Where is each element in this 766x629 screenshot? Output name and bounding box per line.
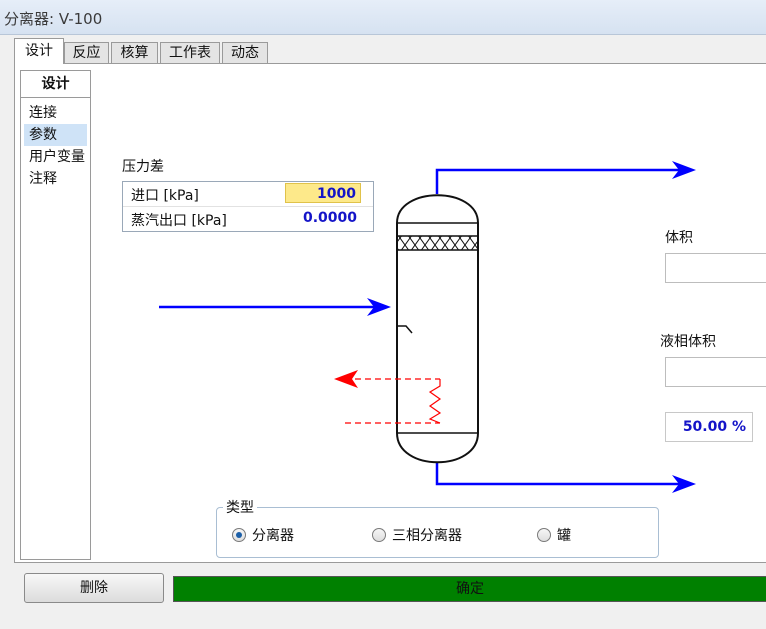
radio-selected-icon — [232, 528, 246, 542]
liquid-outlet-stream-arrow[interactable] — [435, 462, 683, 486]
radio-tank-label: 罐 — [557, 528, 571, 544]
delete-button[interactable]: 删除 — [24, 573, 164, 603]
volume-field[interactable] — [665, 253, 766, 283]
tab-design[interactable]: 设计 — [14, 38, 64, 64]
radio-separator-label: 分离器 — [252, 528, 294, 544]
radio-unselected-icon — [537, 528, 551, 542]
radio-unselected-icon — [372, 528, 386, 542]
vessel-type-group: 类型 分离器 三相分离器 罐 — [216, 497, 659, 558]
vapour-outlet-stream-arrow[interactable] — [435, 168, 683, 194]
radio-three-phase-separator[interactable]: 三相分离器 — [372, 525, 462, 544]
radio-separator[interactable]: 分离器 — [232, 525, 294, 544]
radio-three-phase-label: 三相分离器 — [392, 528, 462, 544]
volume-label: 体积 — [665, 230, 693, 246]
liquid-level-percent-field[interactable]: 50.00 % — [665, 412, 753, 442]
demister-pad-icon — [396, 235, 479, 251]
ok-status-bar[interactable]: 确定 — [173, 576, 766, 602]
liquid-volume-label: 液相体积 — [660, 334, 716, 350]
liquid-volume-field[interactable] — [665, 357, 766, 387]
radio-tank[interactable]: 罐 — [537, 525, 571, 544]
vessel-type-label: 类型 — [223, 497, 257, 517]
